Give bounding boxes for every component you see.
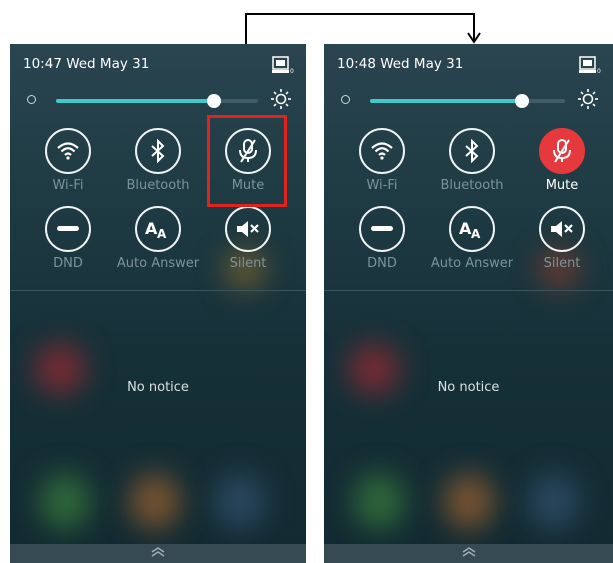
brightness-track[interactable] bbox=[370, 94, 565, 108]
phone-status-icon: 0 bbox=[579, 56, 601, 74]
notice-text: No notice bbox=[127, 380, 189, 395]
silent-button[interactable] bbox=[539, 206, 585, 252]
toggle-dnd[interactable]: DND bbox=[23, 206, 113, 271]
dnd-button[interactable] bbox=[45, 206, 91, 252]
toggle-label: Auto Answer bbox=[116, 256, 200, 271]
brightness-low-icon bbox=[341, 95, 350, 104]
svg-text:A: A bbox=[471, 227, 481, 240]
brightness-slider[interactable] bbox=[338, 88, 599, 112]
toggle-label: Silent bbox=[229, 256, 267, 271]
mute-icon bbox=[553, 139, 571, 163]
blurred-app-icon bbox=[529, 474, 579, 529]
wifi-button[interactable] bbox=[359, 128, 405, 174]
status-time: 10:48 Wed May 31 bbox=[337, 56, 464, 72]
brightness-track[interactable] bbox=[56, 94, 258, 108]
blurred-app-icon bbox=[354, 474, 404, 529]
toggle-label: Mute bbox=[545, 178, 579, 193]
divider bbox=[324, 290, 613, 291]
toggle-dnd[interactable]: DND bbox=[337, 206, 427, 271]
toggle-label: Auto Answer bbox=[430, 256, 514, 271]
svg-text:0: 0 bbox=[597, 68, 601, 74]
control-panel-after: 10:48 Wed May 31 0 Wi-Fi Bluetooth Mute … bbox=[324, 44, 613, 563]
bluetooth-icon bbox=[151, 139, 165, 163]
toggle-label: Bluetooth bbox=[126, 178, 190, 193]
dnd-button[interactable] bbox=[359, 206, 405, 252]
chevron-up-icon bbox=[462, 547, 475, 557]
brightness-low-icon bbox=[27, 95, 36, 104]
mute-button[interactable] bbox=[539, 128, 585, 174]
bluetooth-button[interactable] bbox=[449, 128, 495, 174]
auto-answer-button[interactable]: A A bbox=[449, 206, 495, 252]
wifi-icon bbox=[57, 142, 79, 160]
silent-icon bbox=[551, 221, 573, 237]
brightness-knob[interactable] bbox=[515, 94, 530, 108]
toggle-label: Wi-Fi bbox=[366, 178, 398, 193]
brightness-knob[interactable] bbox=[206, 94, 221, 108]
auto-answer-icon: A A bbox=[145, 219, 167, 240]
toggle-label: Silent bbox=[543, 256, 581, 271]
mute-highlight-box bbox=[207, 115, 287, 207]
dnd-icon bbox=[57, 226, 79, 231]
blurred-app-icon bbox=[444, 474, 494, 529]
blurred-app-icon bbox=[130, 474, 180, 529]
dnd-icon bbox=[371, 226, 393, 231]
chevron-up-icon bbox=[151, 547, 165, 557]
toggle-wifi[interactable]: Wi-Fi bbox=[23, 128, 113, 193]
collapse-bar[interactable] bbox=[10, 544, 306, 563]
phone-status-icon: 0 bbox=[272, 56, 294, 74]
silent-icon bbox=[237, 221, 259, 237]
svg-text:0: 0 bbox=[290, 68, 294, 74]
svg-text:A: A bbox=[157, 227, 167, 240]
divider bbox=[10, 290, 306, 291]
collapse-bar[interactable] bbox=[324, 544, 613, 563]
auto-answer-icon: A A bbox=[459, 219, 481, 240]
status-time: 10:47 Wed May 31 bbox=[23, 56, 150, 72]
notice-text: No notice bbox=[437, 380, 500, 395]
wifi-button[interactable] bbox=[45, 128, 91, 174]
toggle-bluetooth[interactable]: Bluetooth bbox=[113, 128, 203, 193]
toggle-label: DND bbox=[367, 256, 397, 271]
toggle-label: DND bbox=[53, 256, 83, 271]
toggle-silent[interactable]: Silent bbox=[203, 206, 293, 271]
wifi-icon bbox=[371, 142, 393, 160]
auto-answer-button[interactable]: A A bbox=[135, 206, 181, 252]
toggle-auto-answer[interactable]: A A Auto Answer bbox=[427, 206, 517, 271]
bluetooth-button[interactable] bbox=[135, 128, 181, 174]
bluetooth-icon bbox=[465, 139, 479, 163]
toggle-silent[interactable]: Silent bbox=[517, 206, 607, 271]
toggle-auto-answer[interactable]: A A Auto Answer bbox=[113, 206, 203, 271]
toggle-label: Wi-Fi bbox=[52, 178, 84, 193]
toggle-wifi[interactable]: Wi-Fi bbox=[337, 128, 427, 193]
toggle-mute[interactable]: Mute bbox=[517, 128, 607, 193]
toggle-bluetooth[interactable]: Bluetooth bbox=[427, 128, 517, 193]
silent-button[interactable] bbox=[225, 206, 271, 252]
brightness-icon bbox=[271, 89, 291, 109]
toggle-label: Bluetooth bbox=[440, 178, 504, 193]
brightness-icon bbox=[578, 89, 598, 109]
brightness-slider[interactable] bbox=[24, 88, 292, 112]
blurred-app-icon bbox=[40, 474, 90, 529]
blurred-app-icon bbox=[215, 474, 265, 529]
